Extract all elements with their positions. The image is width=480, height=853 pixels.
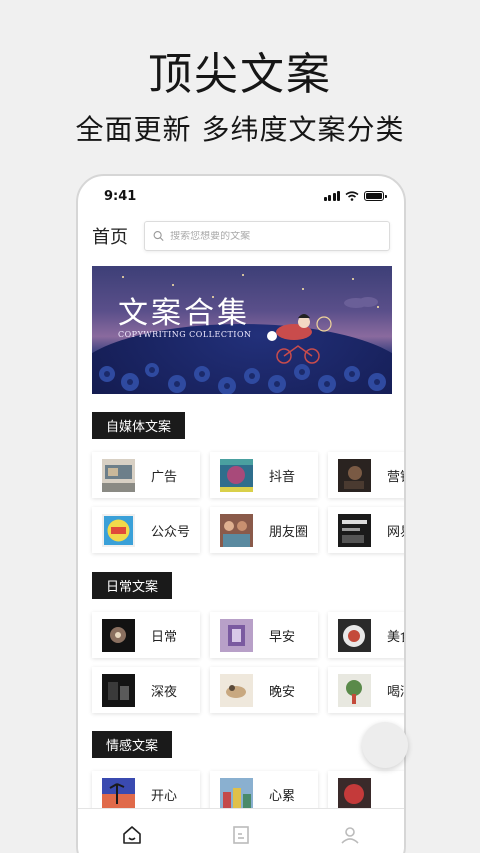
night-thumbnail (102, 673, 135, 707)
page-title: 首页 (92, 227, 128, 248)
category-label: 喝酒 (387, 684, 404, 700)
red-thumbnail (338, 777, 371, 811)
category-label: 心累 (269, 788, 296, 804)
category-card[interactable]: 抖音 (210, 452, 318, 498)
category-label: 早安 (269, 629, 296, 645)
section-tag-media: 自媒体文案 (92, 412, 186, 439)
flowers-decoration (99, 363, 386, 394)
purple-thumbnail (220, 618, 253, 652)
section-tag-emotion: 情感文案 (92, 731, 173, 758)
category-card[interactable]: 广告 (92, 452, 200, 498)
user-icon[interactable] (339, 824, 361, 846)
category-label: 开心 (151, 788, 178, 804)
category-label: 晚安 (269, 684, 296, 700)
cat-figure-icon (267, 314, 332, 364)
sunset-thumbnail (102, 777, 135, 811)
category-label: 朋友圈 (269, 524, 309, 540)
promo-subline: 全面更新 多纬度文案分类 (75, 113, 405, 146)
status-bar: 9:41 (104, 186, 387, 206)
signal-icon (323, 191, 340, 201)
category-label: 美食 (387, 629, 404, 645)
category-label: 广告 (151, 469, 178, 485)
category-card[interactable]: 晚安 (210, 667, 318, 713)
banner-subtitle: COPYWRITING COLLECTION (118, 330, 252, 339)
category-card[interactable]: 营销 (328, 452, 404, 498)
banner-image[interactable]: 文案合集 COPYWRITING COLLECTION (92, 266, 392, 394)
category-label: 日常 (151, 629, 178, 645)
badge-thumbnail (102, 513, 135, 547)
category-card[interactable]: 美食 (328, 612, 404, 658)
category-label: 网易 (387, 524, 404, 540)
battery-icon (364, 191, 387, 201)
plant-thumbnail (338, 673, 371, 707)
document-icon[interactable] (230, 824, 252, 846)
sketch-thumbnail (220, 673, 253, 707)
flower-thumbnail (102, 618, 135, 652)
bottom-tab-bar (78, 808, 404, 853)
promo-headline: 顶尖文案 (148, 49, 332, 100)
city-thumbnail (220, 777, 253, 811)
group-thumbnail (220, 513, 253, 547)
category-label: 深夜 (151, 684, 178, 700)
section-tag-daily: 日常文案 (92, 572, 173, 599)
category-label: 营销 (387, 469, 404, 485)
phone-frame: 9:41 首页 搜索您想要的文案 文案合集 COPYWRITING COLLEC… (76, 174, 406, 853)
category-card[interactable]: 早安 (210, 612, 318, 658)
dark-thumbnail (338, 458, 371, 492)
bw-thumbnail (338, 513, 371, 547)
search-icon (153, 230, 164, 242)
category-card[interactable]: 公众号 (92, 507, 200, 553)
search-box[interactable] (144, 221, 390, 251)
portrait-thumbnail (220, 458, 253, 492)
billboard-thumbnail (102, 458, 135, 492)
banner-title: 文案合集 (118, 296, 250, 331)
category-label: 抖音 (269, 469, 296, 485)
food-thumbnail (338, 618, 371, 652)
category-card[interactable]: 朋友圈 (210, 507, 318, 553)
home-icon[interactable] (121, 824, 143, 846)
search-input[interactable] (170, 230, 389, 242)
category-card[interactable]: 日常 (92, 612, 200, 658)
cloud-icon (344, 297, 378, 308)
category-card[interactable]: 深夜 (92, 667, 200, 713)
floating-action-button[interactable] (362, 722, 408, 768)
category-label: 公众号 (151, 524, 191, 540)
wifi-icon (345, 191, 359, 201)
status-time: 9:41 (104, 188, 137, 204)
category-card[interactable]: 网易 (328, 507, 404, 553)
category-card[interactable]: 喝酒 (328, 667, 404, 713)
